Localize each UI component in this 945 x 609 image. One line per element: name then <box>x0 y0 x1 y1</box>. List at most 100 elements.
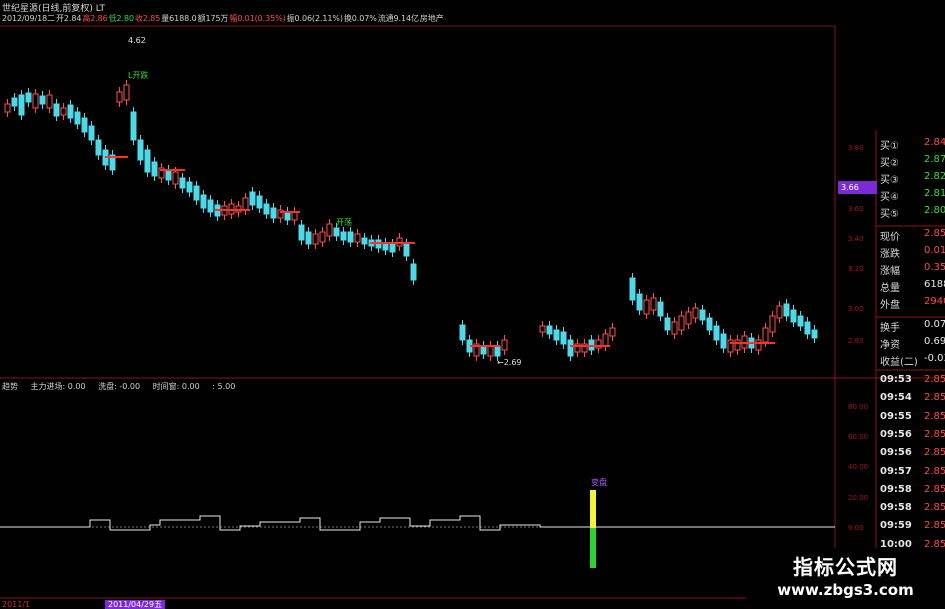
indicator-bar-yellow <box>590 490 596 528</box>
axis-tick-label: 2.80 <box>848 337 864 345</box>
candle-body <box>410 263 417 281</box>
candle-body <box>347 231 354 243</box>
indicator-wash: 洗盘: -0.00 <box>98 382 141 391</box>
candle-body <box>706 317 713 331</box>
indicator-main-in: 主力进场: 0.00 <box>30 382 86 391</box>
candle-body <box>249 191 256 206</box>
candle-body <box>179 177 186 189</box>
candle-body <box>804 321 811 335</box>
candle-body <box>116 91 123 103</box>
ohlc-info-bar: 2012/09/18二开2.84高2.86低2.80收2.85量6188.0额1… <box>2 13 832 24</box>
bottom-left-date: 2011/1 <box>2 600 31 609</box>
axis-tick-label: 3.80 <box>848 144 864 152</box>
axis-tick-label: 3.00 <box>848 305 864 313</box>
candle-body <box>776 305 783 319</box>
candle-body <box>539 325 546 333</box>
candle-body <box>25 92 32 103</box>
candle-body <box>11 97 18 107</box>
tick-time: 09:53 <box>880 374 912 385</box>
candle-body <box>389 243 396 253</box>
candle-body <box>319 231 326 243</box>
candle-body <box>53 103 60 117</box>
chart-canvas[interactable] <box>0 0 945 609</box>
info-item: 量6188.0 <box>161 14 197 23</box>
candle-body <box>284 211 291 221</box>
info-item: 开2.84 <box>56 14 82 23</box>
info-item: 换0.07% <box>343 14 377 23</box>
tick-time: 09:58 <box>880 483 912 495</box>
candle-body <box>567 339 574 357</box>
quote-value: 2.84 <box>924 137 945 148</box>
info-item: 高2.86 <box>82 14 108 23</box>
candle-body <box>692 307 699 319</box>
axis-tick-label: 40.00 <box>848 463 869 471</box>
quote-value: -0.032 <box>924 353 945 364</box>
watermark-title: 指标公式网 <box>793 555 898 579</box>
candle-body <box>650 297 657 311</box>
info-item: 低2.80 <box>108 14 134 23</box>
quote-label: 换手 <box>880 323 900 334</box>
candle-body <box>81 117 88 133</box>
tick-price: 2.85 <box>924 447 945 459</box>
quote-value: 2.85 <box>924 228 945 239</box>
candle-body <box>783 303 790 317</box>
candle-body <box>32 93 39 109</box>
quote-label: 买② <box>880 158 899 169</box>
indicator-bar-green <box>590 528 596 568</box>
indicator-time-window: 时间窗: 0.00 <box>152 382 200 391</box>
candle-body <box>734 339 741 351</box>
candle-body <box>546 325 553 335</box>
tick-time: 09:58 <box>880 502 912 514</box>
indicator-line <box>0 515 835 531</box>
watermark: 指标公式网 www.zbgs3.com <box>746 548 945 609</box>
tick-price: 2.85 <box>924 374 945 385</box>
info-item: 收2.85 <box>134 14 161 23</box>
candle-body <box>207 199 214 213</box>
axis-tick-label: 60.00 <box>848 433 869 441</box>
axis-tick-label: 3.40 <box>848 235 864 243</box>
current-price-tag: 3.66 <box>838 181 877 194</box>
stock-chart-window: 世纪星源(日线,前复权) LT 2012/09/18二开2.84高2.86低2.… <box>0 0 945 609</box>
info-item: 2012/09/18二 <box>2 14 56 23</box>
candle-body <box>487 345 494 357</box>
candle-body <box>263 203 270 215</box>
candle-body <box>560 331 567 345</box>
quote-value: 0.07% <box>924 319 945 330</box>
indicator-header: 趋势 主力进场: 0.00 洗盘: -0.00 时间窗: 0.00 : 5.00 <box>2 381 245 392</box>
candle-body <box>678 315 685 331</box>
quote-value: 2.82 <box>924 171 945 182</box>
quote-label: 涨幅 <box>880 266 900 277</box>
low-price-label: ←2.69 <box>497 358 522 367</box>
candle-body <box>790 309 797 323</box>
candle-body <box>501 339 508 351</box>
candle-body <box>403 243 410 257</box>
candle-body <box>685 311 692 325</box>
quote-value: 0.01 <box>924 245 945 256</box>
candle-body <box>291 211 298 221</box>
candle-body <box>354 233 361 243</box>
candle-body <box>727 339 734 353</box>
signal-label-1: L开跌 <box>128 71 149 80</box>
candle-body <box>298 224 305 241</box>
cursor-date-tag: 2011/04/29五 <box>105 600 166 609</box>
candle-body <box>39 95 46 105</box>
candle-body <box>137 139 144 161</box>
candle-body <box>4 103 11 113</box>
info-item: 流通9.14亿 <box>377 14 419 23</box>
quote-label: 总量 <box>880 283 900 294</box>
candle-body <box>699 309 706 321</box>
tick-price: 2.85 <box>924 392 945 404</box>
candle-body <box>629 277 636 301</box>
candle-body <box>657 301 664 317</box>
candle-body <box>123 84 130 101</box>
candle-body <box>46 94 53 109</box>
candle-body <box>312 233 319 245</box>
candle-body <box>18 94 25 116</box>
candle-body <box>762 327 769 343</box>
tick-time: 09:57 <box>880 465 912 477</box>
quote-label: 净资 <box>880 340 900 351</box>
quote-label: 现价 <box>880 232 900 243</box>
candle-body <box>553 329 560 341</box>
tick-price: 2.85 <box>924 410 945 422</box>
info-item: 幅0.01(0.35%) <box>229 14 286 23</box>
